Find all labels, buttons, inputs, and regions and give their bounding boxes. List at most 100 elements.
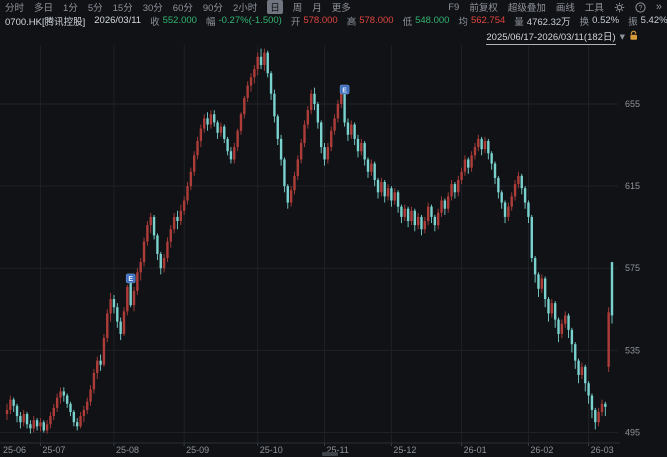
period-tab-2小时[interactable]: 2小时 (233, 0, 257, 14)
candle-body (103, 338, 105, 365)
candle-body (400, 207, 402, 217)
period-tab-15分[interactable]: 15分 (113, 0, 133, 14)
period-tab-多日[interactable]: 多日 (34, 0, 53, 14)
x-axis-label: 25-07 (42, 445, 65, 455)
expand-panel-icon[interactable]: » (656, 2, 662, 12)
toolbar-item-工具[interactable]: 工具 (585, 0, 604, 14)
candle-body (256, 57, 258, 69)
candle-body (253, 69, 255, 77)
candle-body (180, 211, 182, 221)
candle-body (534, 258, 536, 274)
candle-body (367, 159, 369, 171)
candle-body (320, 122, 322, 147)
candle-body (373, 164, 375, 180)
quote-field-value: 562.754 (471, 15, 505, 26)
help-icon[interactable]: ? (635, 2, 646, 13)
toolbar-item-画线[interactable]: 画线 (556, 0, 575, 14)
candle-body (317, 104, 319, 122)
quote-field: 量4762.32万 (514, 14, 570, 28)
period-tabs: 分时多日 1分 5分 15分 30分 60分 90分 2小时日周月更多 (5, 0, 351, 14)
candle-body (410, 211, 412, 221)
candle-body (243, 98, 245, 114)
candle-body (140, 262, 142, 272)
quote-bar: 0700.HK[腾讯控股] 2026/03/11 收552.000幅-0.27%… (0, 14, 667, 27)
stock-symbol[interactable]: 0700.HK[腾讯控股] (5, 14, 85, 28)
candle-body (584, 367, 586, 383)
candle-body (504, 203, 506, 217)
x-axis-label: 26-02 (530, 445, 553, 455)
period-tab-日[interactable]: 日 (267, 0, 283, 14)
quote-field: 均562.754 (458, 14, 505, 28)
period-tab-分时[interactable]: 分时 (5, 0, 24, 14)
quote-field-label: 振 (628, 14, 638, 28)
candle-body (96, 361, 98, 373)
toolbar-item-超级叠加[interactable]: 超级叠加 (508, 0, 546, 14)
candle-body (300, 143, 302, 159)
toolbar-item-前复权[interactable]: 前复权 (469, 0, 498, 14)
candle-body (123, 311, 125, 334)
candle-body (407, 209, 409, 221)
candle-body (307, 110, 309, 124)
y-axis-label: 495 (625, 427, 640, 437)
candle-body (581, 367, 583, 375)
period-tab-5分[interactable]: 5分 (88, 0, 103, 14)
date-range-selector[interactable]: 2025/06/17-2026/03/11(182日) ▼ (486, 29, 639, 45)
period-tab-60分[interactable]: 60分 (173, 0, 193, 14)
candle-body (397, 192, 399, 206)
candle-body (33, 420, 35, 428)
candle-body (601, 404, 603, 412)
candle-body (514, 184, 516, 196)
x-axis-label: 25-10 (260, 445, 283, 455)
candle-body (290, 190, 292, 202)
candle-body (283, 159, 285, 186)
candle-body (517, 176, 519, 184)
period-tab-30分[interactable]: 30分 (143, 0, 163, 14)
quote-field-value: 5.42% (641, 15, 667, 26)
candlestick-chart[interactable]: 65561557553549525-0625-0725-0825-0925-10… (0, 0, 667, 457)
candle-body (370, 164, 372, 172)
candle-body (196, 141, 198, 155)
candle-body (460, 172, 462, 180)
candle-body (277, 116, 279, 139)
y-axis-label: 615 (625, 181, 640, 191)
candle-body (484, 141, 486, 149)
period-tab-更多[interactable]: 更多 (332, 0, 351, 14)
candle-body (236, 131, 238, 147)
candle-body (430, 207, 432, 217)
svg-text:?: ? (638, 5, 642, 12)
period-tab-90分[interactable]: 90分 (203, 0, 223, 14)
candle-body (337, 104, 339, 118)
period-tab-1分[interactable]: 1分 (63, 0, 78, 14)
gear-icon[interactable] (614, 2, 625, 13)
chevron-down-icon[interactable]: ▼ (620, 33, 625, 41)
date-range-label[interactable]: 2025/06/17-2026/03/11(182日) (486, 29, 615, 45)
candle-body (16, 406, 18, 416)
candle-body (119, 322, 121, 334)
candle-body (380, 182, 382, 192)
candle-body (551, 303, 553, 313)
candle-body (83, 410, 85, 416)
candle-body (353, 125, 355, 139)
scrollbar-thumb[interactable] (322, 452, 338, 456)
candle-body (156, 235, 158, 253)
period-tab-周[interactable]: 周 (293, 0, 303, 14)
candle-body (170, 229, 172, 241)
candle-body (323, 147, 325, 159)
candle-body (447, 196, 449, 208)
candle-body (293, 176, 295, 190)
candle-body (404, 209, 406, 217)
candle-body (56, 398, 58, 408)
toolbar-item-F9[interactable]: F9 (448, 2, 459, 13)
lock-icon[interactable] (629, 30, 639, 44)
candle-body (567, 315, 569, 329)
candle-body (363, 143, 365, 159)
candle-body (143, 242, 145, 263)
candle-body (126, 287, 128, 312)
candle-body (611, 262, 613, 315)
candle-body (6, 410, 8, 414)
candle-body (457, 180, 459, 192)
quote-field-value: 552.000 (163, 15, 197, 26)
candle-body (564, 315, 566, 323)
candle-body (467, 159, 469, 167)
period-tab-月[interactable]: 月 (312, 0, 322, 14)
